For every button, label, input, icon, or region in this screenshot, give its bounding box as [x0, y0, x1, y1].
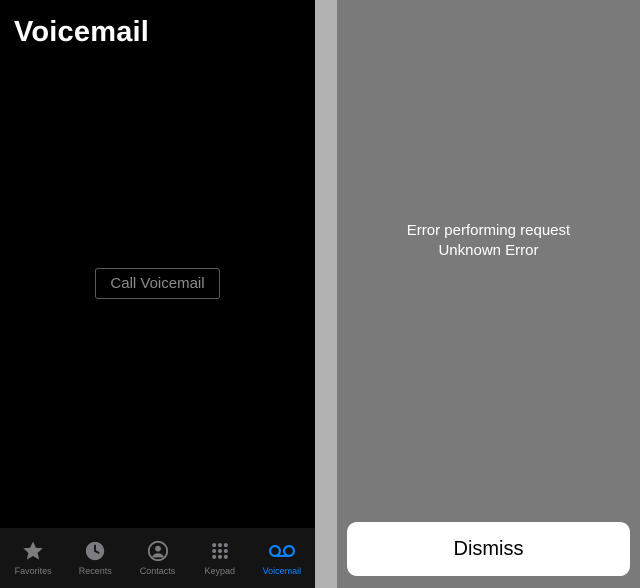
tab-recents[interactable]: Recents	[64, 538, 126, 576]
voicemail-screen: Voicemail Call Voicemail Favorites Recen…	[0, 0, 315, 588]
page-title: Voicemail	[0, 0, 315, 49]
voicemail-icon	[268, 538, 296, 564]
error-line-2: Unknown Error	[438, 241, 538, 261]
tab-label-voicemail: Voicemail	[263, 566, 302, 576]
tab-contacts[interactable]: Contacts	[126, 538, 188, 576]
clock-icon	[81, 538, 109, 564]
star-icon	[19, 538, 47, 564]
error-line-1: Error performing request	[407, 221, 570, 241]
tab-label-keypad: Keypad	[204, 566, 235, 576]
dismiss-button[interactable]: Dismiss	[347, 522, 630, 576]
tab-keypad[interactable]: Keypad	[189, 538, 251, 576]
screen-divider	[315, 0, 337, 588]
tab-bar: Favorites Recents Contacts Keypad	[0, 528, 315, 588]
tab-voicemail[interactable]: Voicemail	[251, 538, 313, 576]
tab-label-contacts: Contacts	[140, 566, 176, 576]
error-sheet: Error performing request Unknown Error D…	[337, 0, 640, 588]
contact-icon	[144, 538, 172, 564]
tab-label-favorites: Favorites	[15, 566, 52, 576]
tab-favorites[interactable]: Favorites	[2, 538, 64, 576]
call-voicemail-button[interactable]: Call Voicemail	[95, 268, 219, 299]
error-message: Error performing request Unknown Error	[337, 0, 640, 522]
voicemail-body: Call Voicemail	[0, 49, 315, 528]
keypad-icon	[206, 538, 234, 564]
tab-label-recents: Recents	[79, 566, 112, 576]
